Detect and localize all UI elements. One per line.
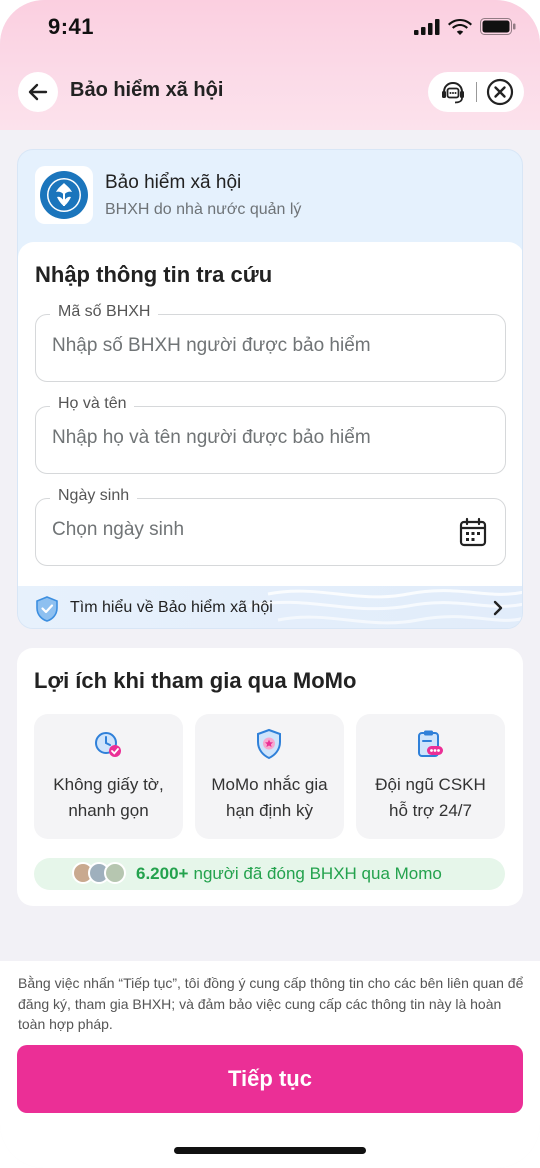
social-insurance-number-input[interactable] xyxy=(52,335,442,357)
lookup-form: Nhập thông tin tra cứu Mã số BHXH Họ và … xyxy=(18,242,522,586)
field-label: Họ và tên xyxy=(50,395,135,413)
provider-subtitle: BHXH do nhà nước quản lý xyxy=(105,201,302,218)
benefits-card: Lợi ích khi tham gia qua MoMo Không giấy… xyxy=(17,648,523,906)
learn-more-label: Tìm hiểu về Bảo hiểm xã hội xyxy=(70,599,273,616)
form-title: Nhập thông tin tra cứu xyxy=(35,262,273,287)
app-screen: 9:41 Bảo hiểm xã hội Bảo hiểm xã hội BHX… xyxy=(0,0,540,1168)
status-icons xyxy=(414,18,516,35)
shield-reminder-icon xyxy=(257,728,281,760)
date-of-birth-field[interactable]: Ngày sinh xyxy=(35,487,506,566)
clock-check-icon xyxy=(95,732,121,757)
calendar-icon[interactable] xyxy=(459,517,487,547)
user-count-label: người đã đóng BHXH qua Momo xyxy=(193,864,442,883)
benefit-item: Không giấy tờ, nhanh gọn xyxy=(34,714,183,839)
bhxh-logo xyxy=(35,166,93,224)
footer: Bằng việc nhấn “Tiếp tục”, tôi đồng ý cu… xyxy=(0,961,540,1168)
benefit-line: hạn định kỳ xyxy=(226,801,313,820)
full-name-input[interactable] xyxy=(52,427,442,449)
learn-more-row[interactable]: Tìm hiểu về Bảo hiểm xã hội xyxy=(18,586,522,628)
wifi-icon xyxy=(448,19,472,35)
full-name-field[interactable]: Họ và tên xyxy=(35,395,506,474)
social-insurance-number-field[interactable]: Mã số BHXH xyxy=(35,303,506,382)
lookup-card: Bảo hiểm xã hội BHXH do nhà nước quản lý… xyxy=(17,149,523,629)
header-actions xyxy=(428,72,524,112)
signal-icon xyxy=(414,18,440,35)
field-label: Mã số BHXH xyxy=(50,303,159,321)
bhxh-emblem-icon xyxy=(40,171,88,219)
benefit-line: nhanh gọn xyxy=(68,801,149,820)
home-indicator xyxy=(174,1147,366,1154)
battery-icon xyxy=(480,18,516,35)
headset-chat-icon xyxy=(442,81,465,104)
benefit-item: Đội ngũ CSKH hỗ trợ 24/7 xyxy=(356,714,505,839)
social-proof-banner: 6.200+ người đã đóng BHXH qua Momo xyxy=(34,858,505,890)
avatar xyxy=(104,862,126,884)
benefit-text: Không giấy tờ, nhanh gọn xyxy=(38,772,179,824)
arrow-left-icon xyxy=(28,83,48,101)
user-count: 6.200+ xyxy=(136,864,189,883)
benefit-line: MoMo nhắc gia xyxy=(211,775,328,794)
status-bar: 9:41 xyxy=(0,0,540,58)
close-button[interactable] xyxy=(486,78,514,106)
continue-button[interactable]: Tiếp tục xyxy=(17,1045,523,1113)
clipboard-support-icon xyxy=(418,730,443,757)
provider-name: Bảo hiểm xã hội xyxy=(105,172,242,193)
close-circle-icon xyxy=(486,78,513,106)
avatar-group xyxy=(72,862,130,886)
benefit-text: Đội ngũ CSKH hỗ trợ 24/7 xyxy=(360,772,501,824)
back-button[interactable] xyxy=(18,72,58,112)
benefit-line: Không giấy tờ, xyxy=(53,775,164,794)
support-button[interactable] xyxy=(438,77,468,107)
benefits-title: Lợi ích khi tham gia qua MoMo xyxy=(34,668,357,693)
shield-check-icon xyxy=(36,596,58,622)
benefit-line: hỗ trợ 24/7 xyxy=(389,801,472,820)
consent-text: Bằng việc nhấn “Tiếp tục”, tôi đồng ý cu… xyxy=(18,975,524,1032)
benefit-text: MoMo nhắc gia hạn định kỳ xyxy=(199,772,340,824)
actions-divider xyxy=(476,82,478,102)
benefit-line: Đội ngũ CSKH xyxy=(375,775,486,794)
field-label: Ngày sinh xyxy=(50,487,138,505)
chevron-right-icon xyxy=(493,600,503,616)
page-title: Bảo hiểm xã hội xyxy=(70,79,224,101)
top-app-bar: Bảo hiểm xã hội xyxy=(0,68,540,116)
date-of-birth-input[interactable] xyxy=(52,519,442,541)
status-time: 9:41 xyxy=(48,14,95,39)
benefit-item: MoMo nhắc gia hạn định kỳ xyxy=(195,714,344,839)
